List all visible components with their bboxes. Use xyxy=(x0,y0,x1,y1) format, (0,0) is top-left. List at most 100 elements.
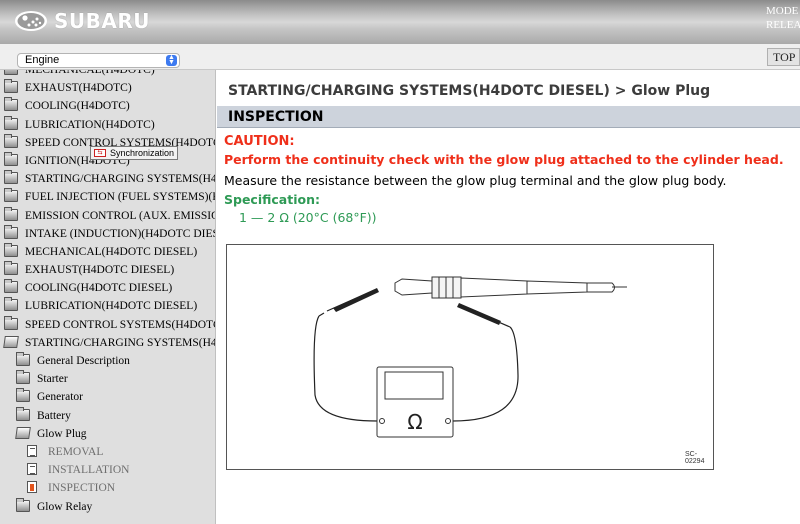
breadcrumb: STARTING/CHARGING SYSTEMS(H4DOTC DIESEL)… xyxy=(228,83,711,99)
tree-item-label: Generator xyxy=(37,391,83,404)
tree-item[interactable]: REMOVAL xyxy=(0,443,215,461)
tree-item-label: COOLING(H4DOTC) xyxy=(25,100,130,113)
header-model-label: MODE xyxy=(766,5,799,17)
folder-icon xyxy=(4,206,18,221)
content-pane: STARTING/CHARGING SYSTEMS(H4DOTC DIESEL)… xyxy=(217,70,800,524)
tree-item-label: Glow Relay xyxy=(37,500,93,513)
tree-item[interactable]: INTAKE (INDUCTION)(H4DOTC DIES xyxy=(0,224,216,243)
folder-icon xyxy=(4,97,18,112)
specification-value: 1 — 2 Ω (20°C (68°F)) xyxy=(239,210,377,225)
document-icon xyxy=(27,444,37,457)
tree-item[interactable]: FUEL INJECTION (FUEL SYSTEMS)(H xyxy=(0,188,216,206)
tree-item[interactable]: STARTING/CHARGING SYSTEMS(H4 xyxy=(0,170,216,188)
tree-item-label: FUEL INJECTION (FUEL SYSTEMS)(H xyxy=(25,191,216,204)
tree-item[interactable]: Glow Plug xyxy=(0,425,215,443)
folder-icon xyxy=(4,261,18,276)
tree-item-label: General Description xyxy=(37,355,130,367)
subaru-stars-icon xyxy=(15,11,47,31)
specification-label: Specification: xyxy=(224,192,320,207)
folder-icon xyxy=(4,242,18,257)
tree-item[interactable]: COOLING(H4DOTC DIESEL) xyxy=(0,279,215,297)
tree-item[interactable]: INSPECTION xyxy=(0,479,215,497)
ohm-symbol-text: Ω xyxy=(407,410,422,434)
tree-item[interactable]: SPEED CONTROL SYSTEMS(H4DOTC xyxy=(0,315,216,334)
tree-item-label: Starter xyxy=(37,373,68,386)
open-folder-icon xyxy=(15,426,31,439)
folder-icon xyxy=(4,297,18,312)
tree-item-label: MECHANICAL(H4DOTC DIESEL) xyxy=(25,245,198,258)
tree-item-label: COOLING(H4DOTC DIESEL) xyxy=(25,282,173,295)
folder-icon xyxy=(4,170,18,185)
tree-list: MECHANICAL(H4DOTC) EXHAUST(H4DOTC) COOLING… xyxy=(0,70,216,516)
section-select-value: Engine xyxy=(25,54,60,66)
tree-item[interactable]: LUBRICATION(H4DOTC) xyxy=(0,115,215,134)
tree-item[interactable]: LUBRICATION(H4DOTC DIESEL) xyxy=(0,297,215,315)
tree-item[interactable]: Starter xyxy=(0,370,215,388)
tree-item[interactable]: General Description xyxy=(0,352,215,370)
folder-icon xyxy=(16,370,30,385)
tree-item-label: LUBRICATION(H4DOTC DIESEL) xyxy=(25,300,198,313)
folder-icon xyxy=(4,151,18,166)
toolbar: Engine ▲ ▼ xyxy=(0,44,800,70)
tree-item-label: STARTING/CHARGING SYSTEMS(H4 xyxy=(25,173,216,186)
select-updown-icon[interactable]: ▲ ▼ xyxy=(166,54,177,66)
folder-icon xyxy=(4,70,18,75)
section-header: INSPECTION xyxy=(217,106,800,128)
tree-item[interactable]: INSTALLATION xyxy=(0,461,215,479)
document-icon xyxy=(27,463,37,476)
folder-icon xyxy=(4,279,18,294)
header-release-label: RELEA xyxy=(766,19,800,31)
folder-icon xyxy=(4,224,18,239)
open-folder-icon xyxy=(3,335,19,348)
tree-item-label: INSPECTION xyxy=(48,482,116,495)
tree-item[interactable]: Battery xyxy=(0,406,215,425)
tree-item-label: INSTALLATION xyxy=(48,464,130,477)
tree-item-label: LUBRICATION(H4DOTC) xyxy=(25,118,155,131)
caution-text: Perform the continuity check with the gl… xyxy=(224,152,784,167)
tree-item[interactable]: EMISSION CONTROL (AUX. EMISSIO xyxy=(0,206,215,225)
instruction-text: Measure the resistance between the glow … xyxy=(224,173,727,188)
tree-item-label: MECHANICAL(H4DOTC) xyxy=(25,70,155,76)
active-document-icon xyxy=(27,481,37,494)
tree-item[interactable]: MECHANICAL(H4DOTC) xyxy=(0,70,215,79)
folder-icon xyxy=(4,188,18,203)
tree-item-label: SPEED CONTROL SYSTEMS(H4DOTC xyxy=(25,318,216,331)
synchronization-tooltip[interactable]: ⇆ Synchronization xyxy=(90,146,179,160)
header-model-info: MODE RELEA xyxy=(766,4,800,32)
glow-plug-illustration: Ω SC-02294 xyxy=(226,244,714,470)
tree-item-label: INTAKE (INDUCTION)(H4DOTC DIES xyxy=(25,227,216,240)
synchronization-label: Synchronization xyxy=(110,148,175,158)
tree-item[interactable]: EXHAUST(H4DOTC) xyxy=(0,79,215,97)
sync-icon: ⇆ xyxy=(94,149,106,157)
tree-item-label: Battery xyxy=(37,409,71,422)
tree-item[interactable]: Generator xyxy=(0,388,215,406)
tree-item-label: Glow Plug xyxy=(37,427,87,440)
tree-item[interactable]: Glow Relay xyxy=(0,497,215,516)
section-select[interactable]: Engine ▲ ▼ xyxy=(17,53,180,68)
navigation-tree: MECHANICAL(H4DOTC) EXHAUST(H4DOTC) COOLING… xyxy=(0,70,216,524)
figure-code: SC-02294 xyxy=(685,451,705,465)
folder-icon xyxy=(4,115,18,130)
tree-item-label: EXHAUST(H4DOTC DIESEL) xyxy=(25,264,175,277)
tree-item-label: STARTING/CHARGING SYSTEMS(H4 xyxy=(25,336,216,349)
folder-icon xyxy=(4,315,18,330)
section-title: INSPECTION xyxy=(228,109,324,125)
tree-item-label: EXHAUST(H4DOTC) xyxy=(25,82,132,95)
folder-icon xyxy=(16,497,30,512)
tree-item[interactable]: COOLING(H4DOTC) xyxy=(0,97,215,115)
tree-item[interactable]: EXHAUST(H4DOTC DIESEL) xyxy=(0,261,215,279)
app-header: SUBARU MODE RELEA xyxy=(0,0,800,44)
brand-name: SUBARU xyxy=(54,9,151,33)
folder-icon xyxy=(4,79,18,94)
tree-item[interactable]: MECHANICAL(H4DOTC DIESEL) xyxy=(0,242,215,261)
top-button[interactable]: TOP xyxy=(767,48,800,66)
folder-icon xyxy=(16,406,30,421)
caution-label: CAUTION: xyxy=(224,134,295,149)
subaru-logo: SUBARU xyxy=(14,9,150,33)
folder-icon xyxy=(16,388,30,403)
glow-plug-diagram: Ω xyxy=(313,276,627,438)
folder-icon xyxy=(16,352,30,366)
tree-item[interactable]: STARTING/CHARGING SYSTEMS(H4 xyxy=(0,334,216,352)
glow-plug-drawing xyxy=(394,276,627,299)
tree-item-label: REMOVAL xyxy=(48,445,104,458)
